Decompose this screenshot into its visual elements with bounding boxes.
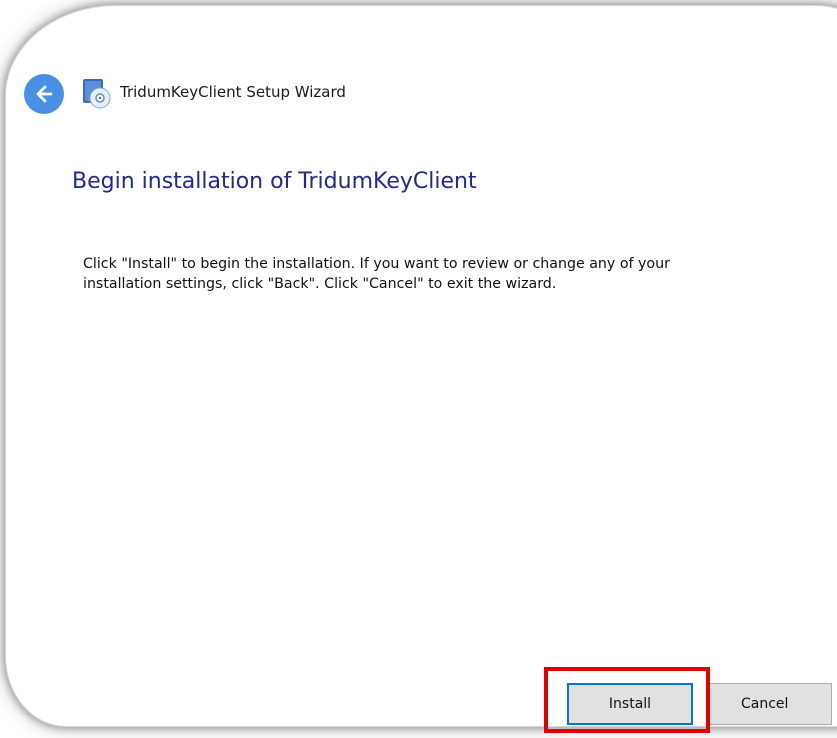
screenshot-stage: TridumKeyClient Setup Wizard Begin insta… bbox=[0, 0, 837, 738]
wizard-window: TridumKeyClient Setup Wizard Begin insta… bbox=[6, 6, 837, 726]
setup-disc-icon bbox=[83, 79, 111, 109]
window-title: TridumKeyClient Setup Wizard bbox=[120, 83, 346, 101]
page-title: Begin installation of TridumKeyClient bbox=[72, 169, 477, 194]
back-button[interactable] bbox=[24, 74, 64, 114]
instructions-line-2: installation settings, click "Back". Cli… bbox=[83, 276, 557, 292]
back-arrow-icon bbox=[36, 85, 53, 103]
instructions-text: Click "Install" to begin the installatio… bbox=[83, 254, 783, 294]
cancel-button[interactable]: Cancel bbox=[706, 683, 832, 725]
install-button[interactable]: Install bbox=[567, 683, 693, 725]
instructions-line-1: Click "Install" to begin the installatio… bbox=[83, 256, 670, 272]
